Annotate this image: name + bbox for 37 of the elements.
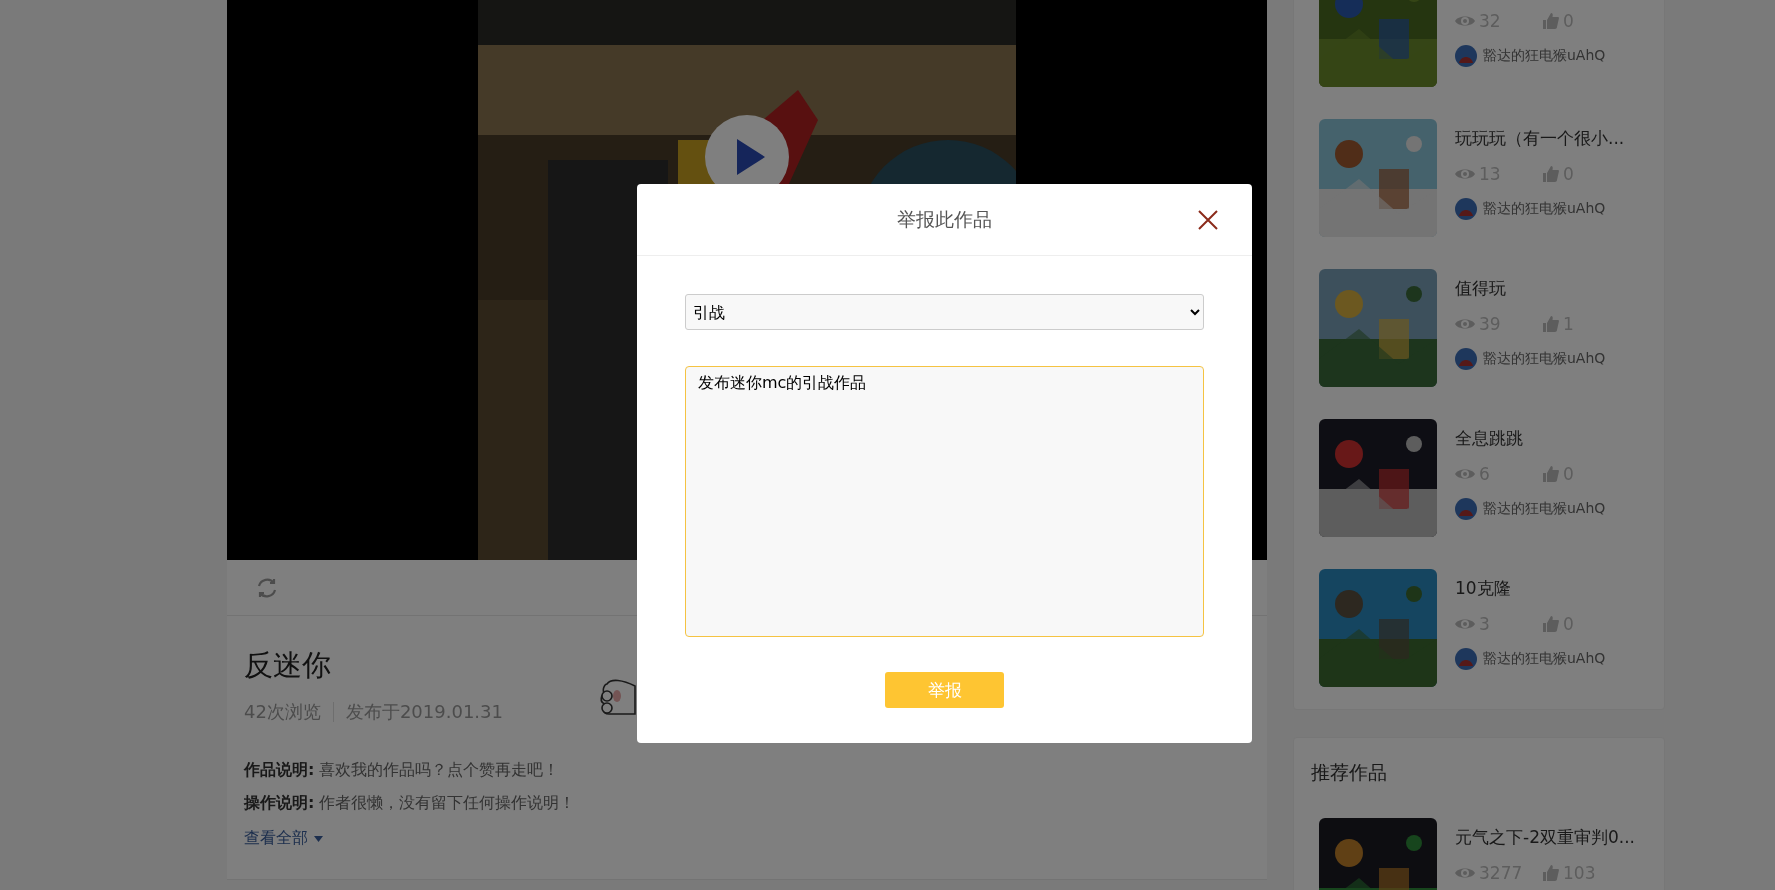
thumbs-up-icon — [1543, 13, 1559, 29]
show-all-link[interactable]: 查看全部 — [244, 828, 323, 849]
reason-select[interactable]: 引战 — [685, 294, 1204, 330]
description-line: 作品说明: 喜欢我的作品吗？点个赞再走吧！ — [244, 760, 561, 781]
author-name: 豁达的狂电猴uAhQ — [1483, 650, 1606, 668]
avatar — [1455, 198, 1477, 220]
avatar — [1455, 498, 1477, 520]
avatar — [1455, 45, 1477, 67]
dialog-title: 举报此作品 — [897, 206, 992, 232]
thumbs-up-icon — [1543, 166, 1559, 182]
section-title: 推荐作品 — [1311, 760, 1388, 785]
thumbs-up-icon — [1543, 865, 1559, 881]
eye-icon — [1455, 866, 1475, 880]
author-name: 豁达的狂电猴uAhQ — [1483, 350, 1606, 368]
eye-icon — [1455, 167, 1475, 181]
eye-icon — [1455, 467, 1475, 481]
work-title: 值得玩 — [1455, 277, 1507, 300]
details-field[interactable]: 发布迷你mc的引战作品 — [685, 366, 1204, 637]
eye-icon — [1455, 317, 1475, 331]
work-title: 元气之下-2双重审判0... — [1455, 826, 1635, 849]
work-title: 全息跳跳 — [1455, 427, 1524, 450]
thumbs-up-icon — [1543, 616, 1559, 632]
close-button[interactable] — [1196, 208, 1220, 232]
author-name: 豁达的狂电猴uAhQ — [1483, 500, 1606, 518]
author-name: 豁达的狂电猴uAhQ — [1483, 200, 1606, 218]
description-line: 操作说明: 作者很懒，没有留下任何操作说明！ — [244, 793, 577, 814]
thumbs-up-icon — [1543, 316, 1559, 332]
avatar — [1455, 648, 1477, 670]
caret-down-icon — [314, 835, 323, 842]
thumbs-up-icon — [1543, 466, 1559, 482]
work-title: 反迷你 — [244, 647, 332, 684]
avatar — [1455, 348, 1477, 370]
work-title: 玩玩玩（有一个很小... — [1455, 127, 1626, 150]
author-name: 豁达的狂电猴uAhQ — [1483, 47, 1606, 65]
eye-icon — [1455, 617, 1475, 631]
eye-icon — [1455, 14, 1475, 28]
work-title: 10克隆 — [1455, 577, 1512, 600]
